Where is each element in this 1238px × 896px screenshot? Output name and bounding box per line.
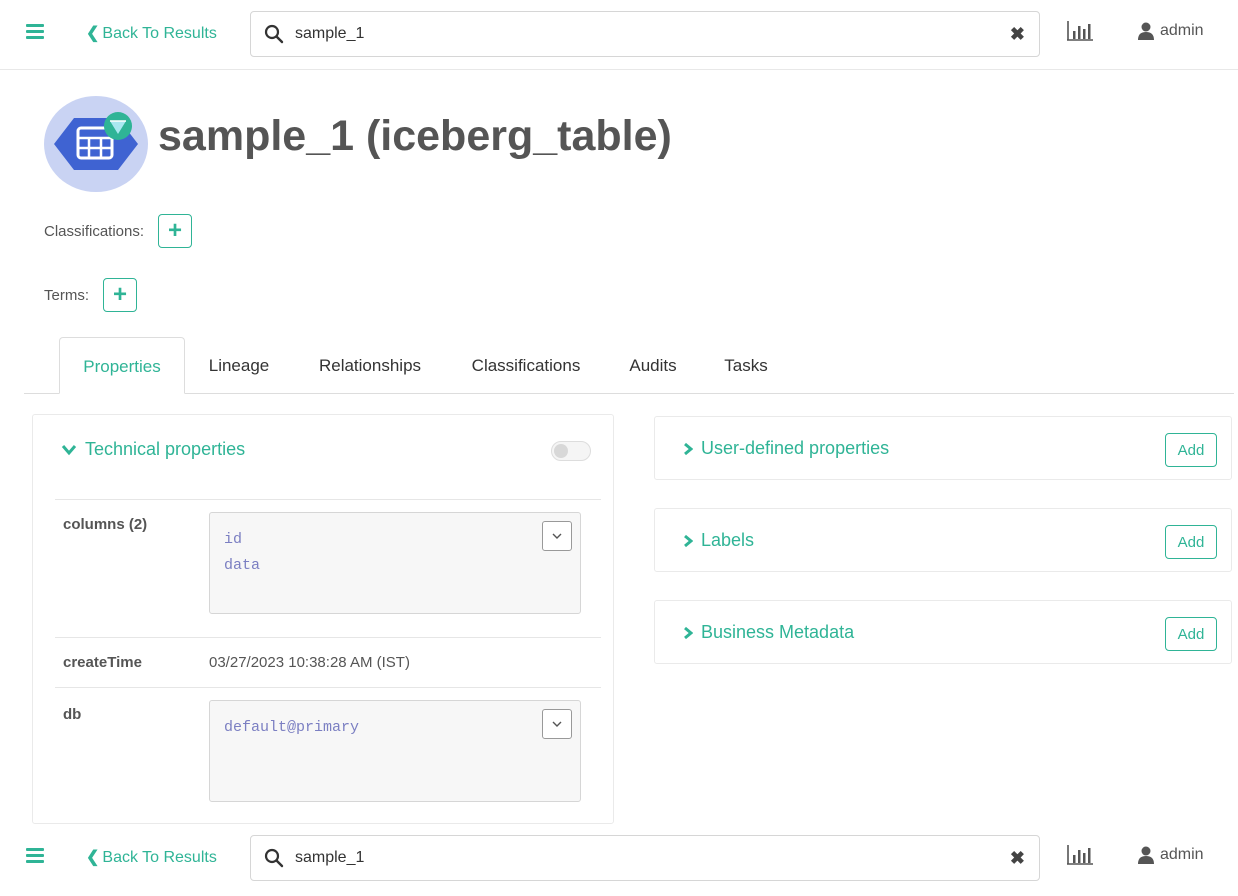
add-business-metadata-button[interactable]: Add	[1165, 617, 1217, 651]
chevron-down-icon	[61, 444, 77, 455]
panel-title: User-defined properties	[701, 438, 890, 458]
column-value: data	[224, 557, 261, 574]
search-input[interactable]	[295, 844, 995, 872]
add-label-button[interactable]: Add	[1165, 525, 1217, 559]
user-icon	[1138, 846, 1154, 864]
panel-title: Business Metadata	[701, 622, 855, 642]
chevron-left-icon: ❮	[86, 25, 100, 42]
tab-properties[interactable]: Properties	[59, 337, 185, 394]
chevron-left-icon: ❮	[86, 849, 100, 866]
user-defined-properties-panel: User-defined properties Add	[654, 416, 1232, 480]
user-menu[interactable]: admin	[1138, 22, 1204, 40]
tab-lineage[interactable]: Lineage	[202, 337, 276, 394]
user-icon	[1138, 22, 1154, 40]
search-box: ✖	[250, 835, 1040, 881]
search-icon	[264, 848, 284, 868]
property-key: columns (2)	[63, 516, 148, 533]
technical-properties-panel: Technical properties columns (2) id data…	[32, 414, 614, 824]
expand-dropdown-button[interactable]	[542, 521, 572, 551]
back-to-results-link[interactable]: ❮ Back To Results	[86, 23, 217, 43]
iceberg-table-icon	[44, 96, 148, 192]
chevron-down-icon	[552, 533, 562, 539]
chevron-right-icon	[684, 626, 693, 639]
property-key: db	[63, 706, 82, 723]
technical-properties-toggle[interactable]	[551, 441, 591, 461]
hamburger-menu-icon[interactable]	[26, 848, 44, 864]
add-classification-button[interactable]: +	[158, 214, 193, 248]
tab-audits[interactable]: Audits	[622, 337, 684, 394]
property-row: createTime 03/27/2023 10:38:28 AM (IST)	[55, 637, 601, 687]
user-name: admin	[1160, 22, 1204, 39]
tab-bar: Properties Lineage Relationships Classif…	[24, 337, 1234, 394]
technical-properties-title: Technical properties	[85, 439, 246, 459]
clear-search-icon[interactable]: ✖	[1010, 848, 1025, 869]
user-defined-properties-header[interactable]: User-defined properties	[683, 438, 889, 459]
search-box: ✖	[250, 11, 1040, 57]
chevron-right-icon	[684, 534, 693, 547]
sticky-header: ❮Back To Results ✖ admin	[0, 824, 1238, 894]
add-user-defined-property-button[interactable]: Add	[1165, 433, 1217, 467]
business-metadata-header[interactable]: Business Metadata	[683, 622, 854, 643]
column-value: id	[224, 531, 243, 548]
top-header: ❮Back To Results ✖ admin	[0, 0, 1238, 70]
db-value: default@primary	[224, 719, 360, 736]
search-icon	[264, 24, 284, 44]
user-menu[interactable]: admin	[1138, 846, 1204, 864]
user-name: admin	[1160, 846, 1204, 863]
tab-relationships[interactable]: Relationships	[310, 337, 430, 394]
classifications-row: Classifications: +	[44, 214, 193, 248]
labels-header[interactable]: Labels	[683, 530, 754, 551]
labels-panel: Labels Add	[654, 508, 1232, 572]
panel-title: Labels	[701, 530, 755, 550]
property-row: db default@primary	[55, 687, 601, 825]
page-title: sample_1 (iceberg_table)	[158, 112, 672, 160]
terms-label: Terms:	[44, 286, 89, 304]
add-term-button[interactable]: +	[103, 278, 137, 312]
property-row: columns (2) id data	[55, 499, 601, 637]
property-key: createTime	[63, 654, 142, 671]
classifications-label: Classifications:	[44, 222, 145, 240]
chevron-down-icon	[552, 721, 562, 727]
back-label: Back To Results	[102, 25, 217, 42]
search-input[interactable]	[295, 20, 995, 48]
clear-search-icon[interactable]: ✖	[1010, 24, 1025, 45]
tab-classifications[interactable]: Classifications	[464, 337, 588, 394]
terms-row: Terms: +	[44, 278, 137, 312]
property-value: 03/27/2023 10:38:28 AM (IST)	[209, 654, 410, 671]
back-to-results-link[interactable]: ❮ Back To Results	[86, 847, 217, 867]
expand-dropdown-button[interactable]	[542, 709, 572, 739]
statistics-icon[interactable]	[1066, 20, 1094, 42]
columns-value-box: id data	[209, 512, 581, 614]
db-value-box: default@primary	[209, 700, 581, 802]
chevron-right-icon	[684, 442, 693, 455]
technical-properties-header[interactable]: Technical properties	[61, 439, 245, 460]
back-label: Back To Results	[102, 849, 217, 866]
statistics-icon[interactable]	[1066, 844, 1094, 866]
hamburger-menu-icon[interactable]	[26, 24, 44, 40]
tab-tasks[interactable]: Tasks	[718, 337, 774, 394]
business-metadata-panel: Business Metadata Add	[654, 600, 1232, 664]
